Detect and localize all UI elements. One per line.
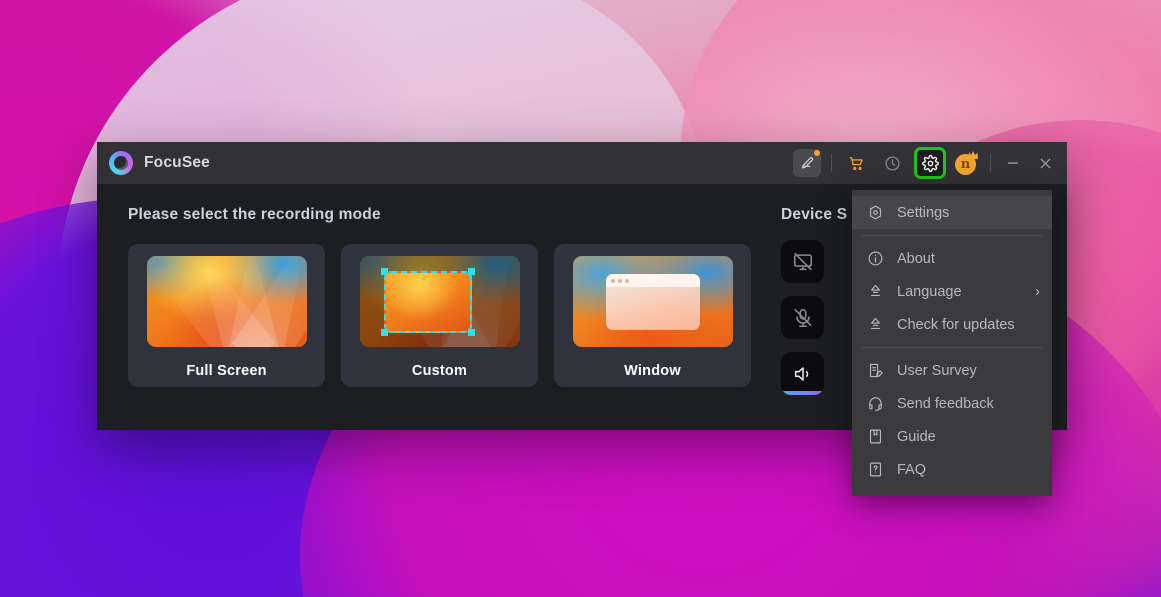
mini-window-titlebar	[605, 274, 700, 287]
survey-document-icon	[866, 361, 885, 380]
close-icon	[1040, 158, 1050, 168]
menu-label-user-survey: User Survey	[897, 362, 977, 379]
close-button[interactable]	[1031, 149, 1059, 177]
menu-label-guide: Guide	[897, 428, 936, 445]
menu-label-about: About	[897, 250, 935, 267]
fullscreen-wallpaper-thumb	[146, 256, 307, 347]
device-speaker-toggle[interactable]	[781, 352, 824, 395]
device-camera-toggle[interactable]	[781, 240, 824, 283]
monitor-camera-off-icon	[793, 252, 812, 270]
menu-item-language[interactable]: Language ›	[852, 275, 1052, 308]
device-microphone-toggle[interactable]	[781, 296, 824, 339]
menu-label-language: Language	[897, 283, 962, 300]
mode-label-full-screen: Full Screen	[186, 363, 267, 379]
microphone-muted-icon	[793, 308, 812, 327]
menu-item-check-for-updates[interactable]: Check for updates	[852, 308, 1052, 341]
minimize-icon	[1008, 162, 1018, 164]
window-capture-thumb	[572, 256, 733, 347]
book-bookmark-icon	[866, 427, 885, 446]
menu-label-settings: Settings	[897, 204, 950, 221]
menu-item-about[interactable]: About	[852, 242, 1052, 275]
mode-label-custom: Custom	[411, 363, 468, 379]
history-button[interactable]	[878, 149, 906, 177]
clock-history-icon	[884, 155, 900, 171]
settings-dropdown-menu: Settings About Language › Check for upda…	[852, 190, 1052, 496]
settings-gear-button[interactable]	[914, 147, 946, 179]
menu-item-send-feedback[interactable]: Send feedback	[852, 387, 1052, 420]
info-circle-icon	[866, 249, 885, 268]
account-avatar-button[interactable]: n	[954, 151, 978, 175]
mode-label-window: Window	[624, 363, 681, 379]
speaker-active-indicator	[781, 391, 824, 395]
window-titlebar: FocuSee n	[97, 142, 1067, 184]
menu-label-send-feedback: Send feedback	[897, 395, 994, 412]
settings-target-icon	[866, 203, 885, 222]
language-arrow-icon	[866, 282, 885, 301]
headset-support-icon	[866, 394, 885, 413]
pencil-edit-icon	[801, 156, 813, 168]
selection-handle-bottom-left[interactable]	[380, 329, 388, 336]
selection-handle-bottom-right[interactable]	[467, 329, 475, 336]
update-arrow-icon	[866, 315, 885, 334]
minimize-button[interactable]	[999, 149, 1027, 177]
menu-separator-1	[862, 235, 1042, 236]
mode-card-full-screen[interactable]: Full Screen	[128, 244, 325, 387]
selection-handle-top-left[interactable]	[380, 268, 388, 275]
focusee-logo-icon	[109, 151, 133, 175]
custom-selection-thumb	[359, 256, 520, 347]
app-title: FocuSee	[144, 154, 211, 171]
avatar-initial: n	[955, 154, 976, 175]
selection-region[interactable]	[380, 268, 475, 336]
edit-badge-dot	[814, 150, 820, 156]
titlebar-divider-2	[990, 154, 991, 172]
mode-card-custom[interactable]: Custom	[341, 244, 538, 387]
edit-button[interactable]	[793, 149, 821, 177]
menu-item-faq[interactable]: FAQ	[852, 453, 1052, 486]
menu-separator-2	[862, 347, 1042, 348]
menu-item-user-survey[interactable]: User Survey	[852, 354, 1052, 387]
mini-dot-1	[610, 278, 615, 283]
store-button[interactable]	[842, 149, 870, 177]
question-book-icon	[866, 460, 885, 479]
mode-card-window[interactable]: Window	[554, 244, 751, 387]
shopping-cart-icon	[848, 156, 863, 170]
page-title: Please select the recording mode	[128, 206, 381, 223]
menu-item-settings[interactable]: Settings	[852, 196, 1052, 229]
desktop-wallpaper: FocuSee n Please select the recording mo…	[0, 0, 1161, 597]
menu-item-guide[interactable]: Guide	[852, 420, 1052, 453]
titlebar-divider	[831, 154, 832, 172]
mini-dot-3	[624, 278, 629, 283]
selection-handle-top-right[interactable]	[467, 268, 475, 275]
gear-icon	[921, 154, 939, 172]
chevron-right-icon: ›	[1035, 283, 1040, 300]
speaker-on-icon	[794, 366, 808, 381]
menu-label-check-for-updates: Check for updates	[897, 316, 1015, 333]
mini-dot-2	[617, 278, 622, 283]
menu-label-faq: FAQ	[897, 461, 927, 478]
recording-mode-pane: Please select the recording mode Full Sc…	[97, 206, 769, 430]
recording-mode-list: Full Screen Custom Window	[128, 244, 769, 387]
mini-window-preview	[605, 274, 700, 330]
